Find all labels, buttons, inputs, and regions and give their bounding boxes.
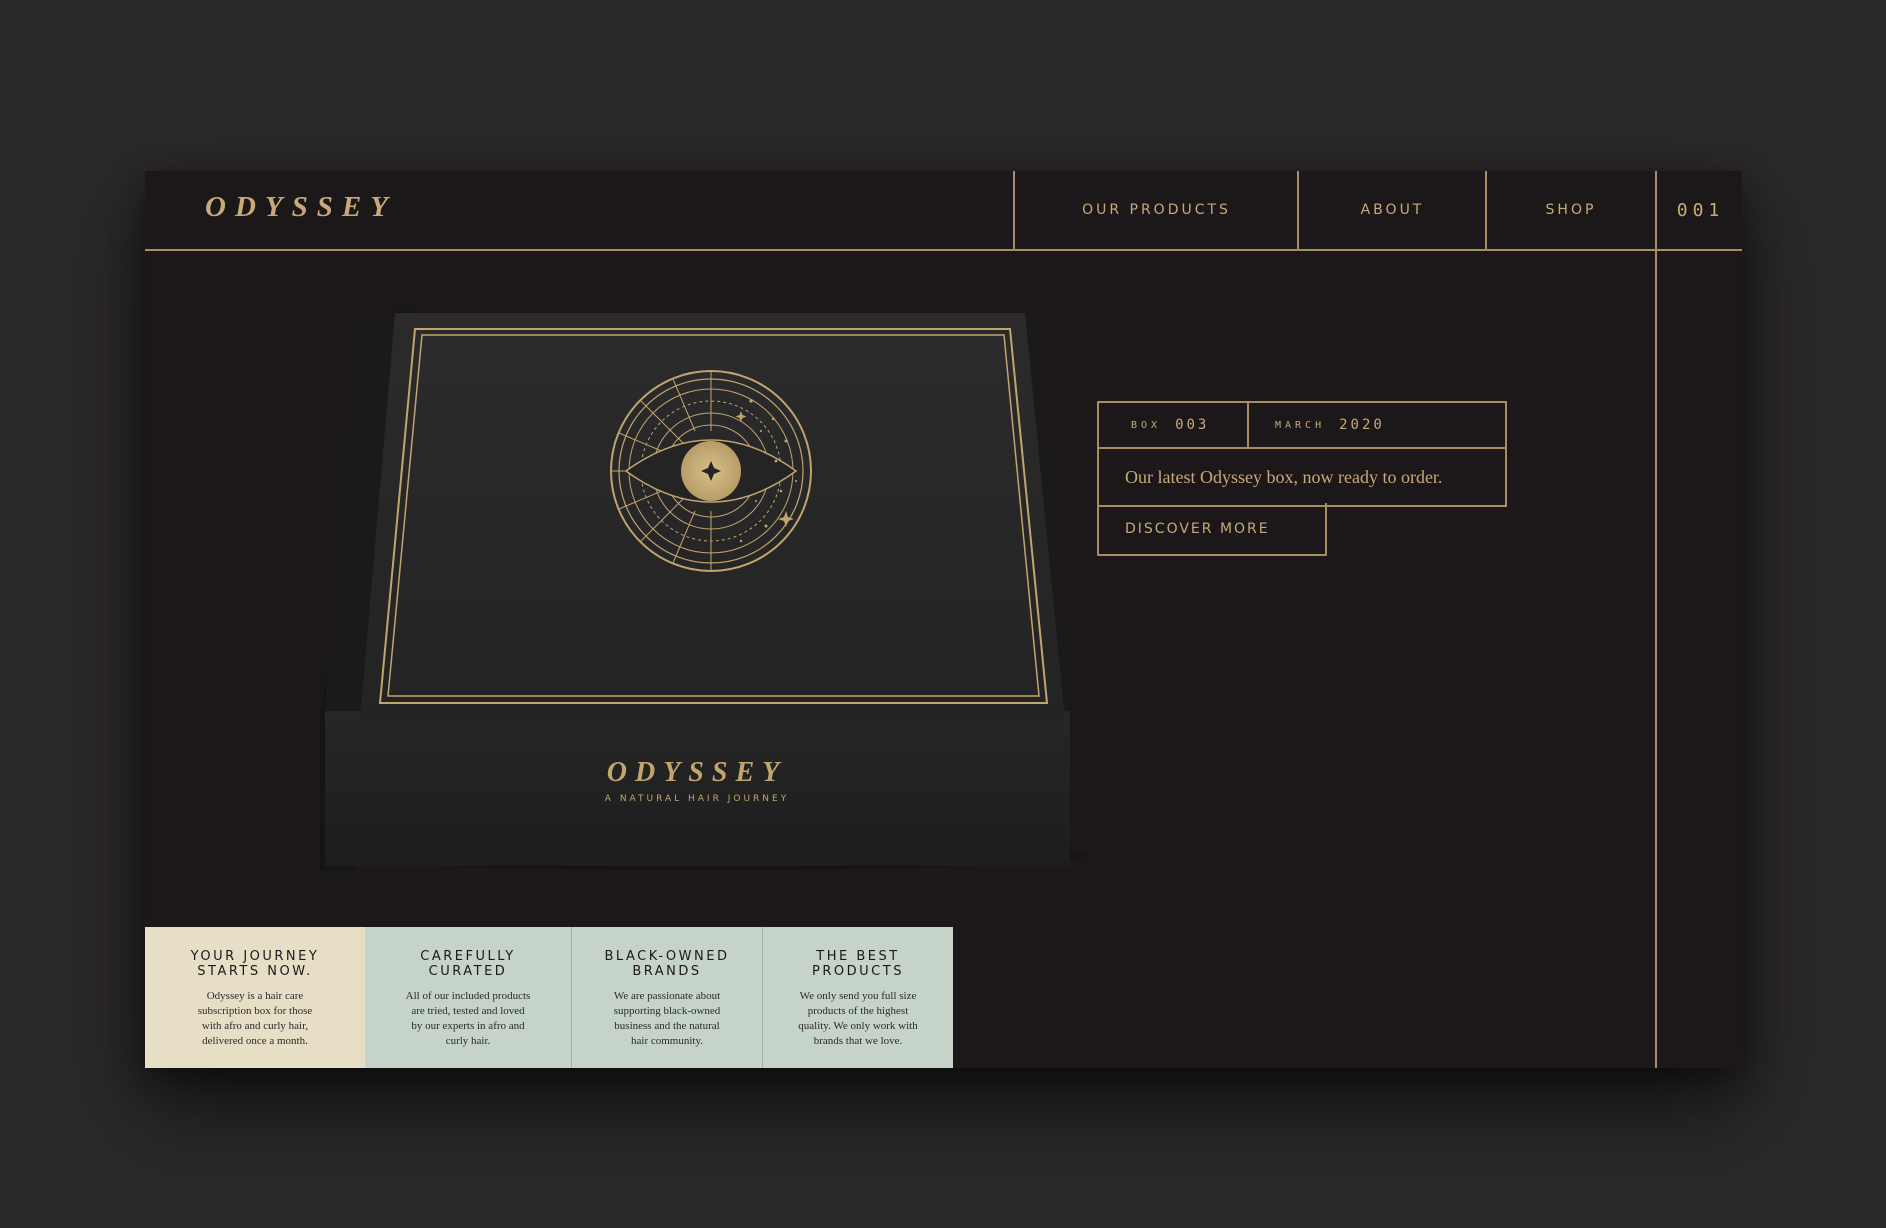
box-info-panel: BOX 003 MARCH 2020 Our latest Odyssey box,… (1097, 401, 1507, 507)
feature-best-products: THE BEST PRODUCTS We only send you full s… (762, 927, 953, 1068)
box-tagline: A NATURAL HAIR JOURNEY (605, 794, 789, 804)
feature-journey: YOUR JOURNEY STARTS NOW. Odyssey is a hai… (145, 927, 365, 1068)
right-divider-line (1655, 249, 1657, 1068)
nav-about[interactable]: ABOUT (1297, 171, 1486, 249)
site-logo[interactable]: ODYSSEY (205, 191, 397, 224)
header: ODYSSEY OUR PRODUCTS ABOUT SHOP 001 (145, 171, 1742, 251)
box-number: BOX 003 (1099, 403, 1249, 447)
feature-curated: CAREFULLY CURATED All of our included pro… (365, 927, 571, 1068)
discover-more-button[interactable]: DISCOVER MORE (1097, 503, 1327, 556)
box-description: Our latest Odyssey box, now ready to ord… (1097, 447, 1507, 507)
nav-our-products[interactable]: OUR PRODUCTS (1013, 171, 1298, 249)
box-date: MARCH 2020 (1275, 417, 1385, 433)
nav-shop[interactable]: SHOP (1485, 171, 1655, 249)
box-brand: ODYSSEY (607, 757, 787, 788)
feature-black-owned: BLACK-OWNED BRANDS We are passionate abou… (571, 927, 762, 1068)
page-number: 001 (1655, 171, 1742, 249)
product-box-image: ODYSSEY A NATURAL HAIR JOURNEY (320, 311, 1085, 871)
website-frame: ODYSSEY OUR PRODUCTS ABOUT SHOP 001 ODYS… (145, 171, 1742, 1068)
features-strip: YOUR JOURNEY STARTS NOW. Odyssey is a hai… (145, 927, 953, 1068)
